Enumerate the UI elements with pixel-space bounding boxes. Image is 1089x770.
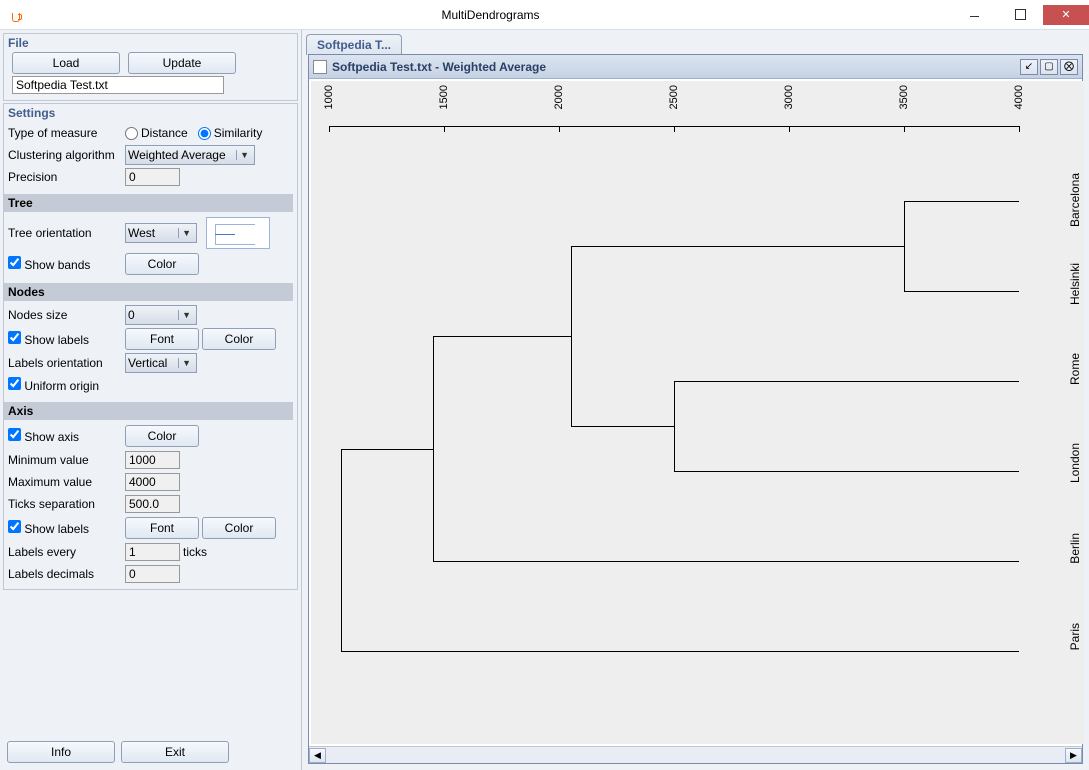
nodes-font-button[interactable]: Font: [125, 328, 199, 350]
update-button[interactable]: Update: [128, 52, 236, 74]
precision-label: Precision: [8, 170, 122, 184]
maximize-frame-button[interactable]: ▢: [1040, 59, 1058, 75]
internal-frame-title: Softpedia Test.txt - Weighted Average: [332, 60, 1018, 74]
precision-field[interactable]: [125, 168, 180, 186]
window-title: MultiDendrograms: [30, 8, 951, 22]
chevron-down-icon: ▼: [178, 228, 194, 238]
ticks-suffix: ticks: [183, 545, 207, 559]
nodes-header: Nodes: [4, 283, 293, 301]
ticks-sep-label: Ticks separation: [8, 497, 122, 511]
tabbar: Softpedia T...: [302, 30, 1089, 55]
workspace: Softpedia T... Softpedia Test.txt - Weig…: [302, 30, 1089, 770]
chevron-down-icon: ▼: [178, 310, 194, 320]
labels-decimals-field[interactable]: [125, 565, 180, 583]
tree-orientation-select[interactable]: West▼: [125, 223, 197, 243]
filename-field[interactable]: [12, 76, 224, 94]
radio-distance[interactable]: Distance: [125, 126, 188, 140]
info-button[interactable]: Info: [7, 741, 115, 763]
sidebar: File Load Update Settings Type of measur…: [0, 30, 302, 770]
axis-color-button[interactable]: Color: [125, 425, 199, 447]
labels-orientation-select[interactable]: Vertical▼: [125, 353, 197, 373]
nodes-show-labels-checkbox[interactable]: Show labels: [8, 331, 122, 347]
tree-preview-icon: [206, 217, 270, 249]
dendrogram-plot: 1000150020002500300035004000BarcelonaHel…: [311, 81, 1084, 744]
axis-show-labels-checkbox[interactable]: Show labels: [8, 520, 122, 536]
chevron-down-icon: ▼: [236, 150, 252, 160]
radio-similarity[interactable]: Similarity: [198, 126, 263, 140]
show-axis-checkbox[interactable]: Show axis: [8, 428, 122, 444]
maximize-button[interactable]: [997, 5, 1043, 25]
min-value-field[interactable]: [125, 451, 180, 469]
iconify-button[interactable]: ↙: [1020, 59, 1038, 75]
tab-softpedia[interactable]: Softpedia T...: [306, 34, 402, 55]
tree-header: Tree: [4, 194, 293, 212]
file-group-title: File: [4, 34, 297, 52]
max-value-label: Maximum value: [8, 475, 122, 489]
axis-header: Axis: [4, 402, 293, 420]
max-value-field[interactable]: [125, 473, 180, 491]
titlebar: MultiDendrograms: [0, 0, 1089, 30]
close-frame-button[interactable]: ⨂: [1060, 59, 1078, 75]
load-button[interactable]: Load: [12, 52, 120, 74]
uniform-origin-checkbox[interactable]: Uniform origin: [8, 377, 99, 393]
nodes-size-select[interactable]: 0▼: [125, 305, 197, 325]
labels-every-label: Labels every: [8, 545, 122, 559]
show-bands-checkbox[interactable]: Show bands: [8, 256, 122, 272]
tree-orientation-label: Tree orientation: [8, 226, 122, 240]
internal-frame: Softpedia Test.txt - Weighted Average ↙ …: [308, 54, 1083, 764]
java-icon: [8, 7, 24, 23]
axis-labels-color-button[interactable]: Color: [202, 517, 276, 539]
min-value-label: Minimum value: [8, 453, 122, 467]
chevron-down-icon: ▼: [178, 358, 194, 368]
internal-frame-titlebar: Softpedia Test.txt - Weighted Average ↙ …: [309, 55, 1082, 79]
labels-decimals-label: Labels decimals: [8, 567, 122, 581]
clustering-select[interactable]: Weighted Average▼: [125, 145, 255, 165]
nodes-size-label: Nodes size: [8, 308, 122, 322]
file-group: File Load Update: [3, 33, 298, 101]
labels-orientation-label: Labels orientation: [8, 356, 122, 370]
close-button[interactable]: [1043, 5, 1089, 25]
minimize-button[interactable]: [951, 5, 997, 25]
exit-button[interactable]: Exit: [121, 741, 229, 763]
measure-label: Type of measure: [8, 126, 122, 140]
labels-every-field[interactable]: [125, 543, 180, 561]
tree-bands-color-button[interactable]: Color: [125, 253, 199, 275]
nodes-color-button[interactable]: Color: [202, 328, 276, 350]
scroll-right-button[interactable]: ▶: [1065, 748, 1082, 763]
clustering-label: Clustering algorithm: [8, 148, 122, 162]
axis-font-button[interactable]: Font: [125, 517, 199, 539]
settings-group-title: Settings: [4, 104, 297, 122]
settings-group: Settings Type of measure Distance Simila…: [3, 103, 298, 590]
ticks-sep-field[interactable]: [125, 495, 180, 513]
horizontal-scrollbar[interactable]: ◀ ▶: [309, 746, 1082, 763]
scroll-left-button[interactable]: ◀: [309, 748, 326, 763]
document-icon: [313, 60, 327, 74]
